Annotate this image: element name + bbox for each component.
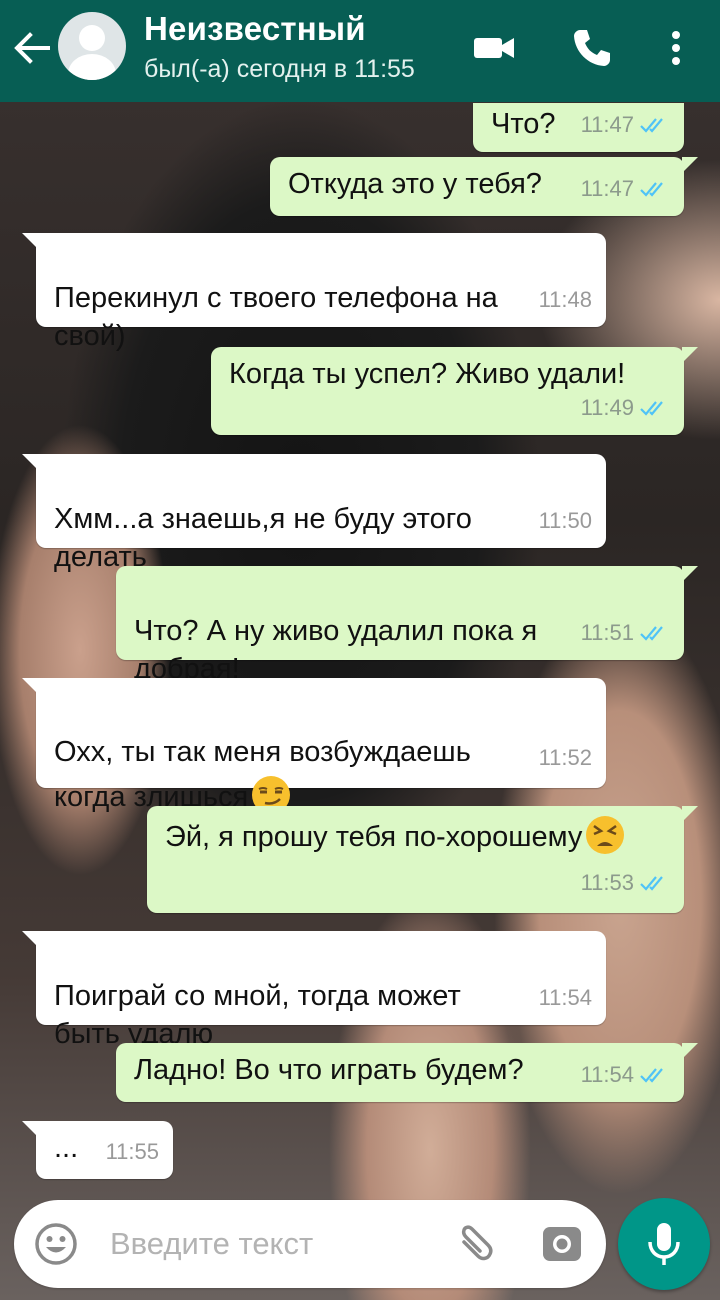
message-time: 11:52 <box>538 745 592 770</box>
read-ticks-icon <box>640 118 663 133</box>
back-arrow-icon[interactable] <box>10 26 54 70</box>
message-meta: 11:47 <box>581 170 670 208</box>
read-ticks-icon <box>640 182 663 197</box>
message-incoming[interactable]: Перекинул с твоего телефона на свой) 11:… <box>22 233 606 352</box>
tired-face-emoji-icon <box>586 816 625 854</box>
message-meta: 11:54 <box>581 1056 670 1094</box>
message-outgoing[interactable]: Эй, я прошу тебя по-хорошему 11:53 <box>147 806 698 913</box>
message-incoming[interactable]: Охх, ты так меня возбуждаешь когда злишь… <box>22 678 606 814</box>
chat-header: Неизвестный был(-а) сегодня в 11:55 <box>0 0 720 102</box>
message-time: 11:48 <box>538 287 592 312</box>
message-time: 11:47 <box>580 112 634 137</box>
message-meta: 11:54 <box>539 979 592 1017</box>
message-time: 11:54 <box>580 1062 634 1087</box>
message-text: Что? <box>491 108 556 140</box>
message-input[interactable] <box>110 1220 440 1268</box>
message-incoming[interactable]: Хмм...а знаешь,я не буду этого делать 11… <box>22 454 606 573</box>
message-text: ... <box>54 1132 79 1164</box>
message-text: Откуда это у тебя? <box>288 168 542 200</box>
message-meta: 11:51 <box>581 614 670 652</box>
message-incoming[interactable]: ... 11:55 <box>22 1121 173 1179</box>
voice-call-icon[interactable] <box>568 24 616 72</box>
message-outgoing[interactable]: Что? 11:47 <box>473 103 684 152</box>
message-meta: 11:47 <box>581 106 670 144</box>
message-time: 11:53 <box>580 870 634 895</box>
message-meta: 11:50 <box>539 502 592 540</box>
voice-record-button[interactable] <box>618 1198 710 1290</box>
message-incoming[interactable]: Поиграй со мной, тогда может быть удалю … <box>22 931 606 1050</box>
read-ticks-icon <box>640 1068 663 1083</box>
read-ticks-icon <box>640 401 663 416</box>
message-meta: 11:48 <box>539 281 592 319</box>
last-seen-status: был(-а) сегодня в 11:55 <box>144 55 415 83</box>
message-composer <box>14 1200 606 1288</box>
message-outgoing[interactable]: Откуда это у тебя? 11:47 <box>270 157 698 216</box>
message-text: Ладно! Во что играть будем? <box>134 1054 524 1086</box>
message-text: Когда ты успел? Живо удали! <box>229 358 626 390</box>
attach-paperclip-icon[interactable] <box>450 1220 498 1268</box>
camera-icon[interactable] <box>538 1220 586 1268</box>
microphone-icon <box>648 1223 680 1265</box>
message-time: 11:47 <box>580 176 634 201</box>
video-call-icon[interactable] <box>470 24 518 72</box>
message-meta: 11:49 <box>581 389 670 427</box>
emoji-icon[interactable] <box>32 1220 80 1268</box>
contact-avatar[interactable] <box>58 12 126 80</box>
message-outgoing[interactable]: Что? А ну живо удалил пока я добрая! 11:… <box>116 566 698 685</box>
message-meta: 11:55 <box>106 1133 159 1171</box>
more-options-icon[interactable] <box>652 24 700 72</box>
message-meta: 11:53 <box>581 861 670 905</box>
message-text: Эй, я прошу тебя по-хорошему <box>165 821 583 853</box>
message-time: 11:54 <box>538 985 592 1010</box>
message-time: 11:55 <box>105 1139 159 1164</box>
message-time: 11:49 <box>580 395 634 420</box>
message-time: 11:50 <box>538 508 592 533</box>
message-meta: 11:52 <box>539 736 592 780</box>
read-ticks-icon <box>640 626 663 641</box>
message-outgoing[interactable]: Когда ты успел? Живо удали! 11:49 <box>211 347 698 435</box>
message-time: 11:51 <box>580 620 634 645</box>
contact-name[interactable]: Неизвестный <box>144 10 366 48</box>
read-ticks-icon <box>640 876 663 891</box>
message-outgoing[interactable]: Ладно! Во что играть будем? 11:54 <box>116 1043 698 1102</box>
